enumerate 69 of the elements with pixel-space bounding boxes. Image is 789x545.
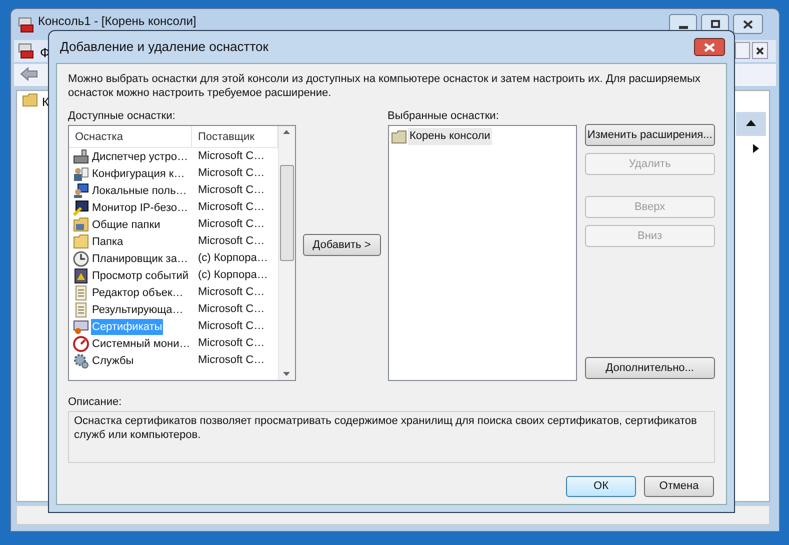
- vendor-cell-text: Microsoft C…: [197, 217, 265, 232]
- snapin-name[interactable]: Результирующа…: [91, 302, 184, 318]
- snapin-name[interactable]: Службы: [91, 352, 135, 368]
- cancel-button[interactable]: Отмена: [644, 476, 714, 497]
- vendor-cell-text: Microsoft C…: [197, 166, 265, 182]
- selected-label: Выбранные оснастки:: [388, 109, 500, 123]
- snapin-name[interactable]: Системный мони…: [91, 336, 192, 352]
- close-button[interactable]: [752, 42, 768, 59]
- close-button[interactable]: [733, 14, 763, 34]
- add-button[interactable]: Добавить >: [302, 234, 381, 256]
- vendor-cell-text: Microsoft C…: [197, 302, 265, 318]
- vendor-cell-text: Microsoft C…: [197, 149, 265, 164]
- snapin-name[interactable]: Общие папки: [91, 216, 162, 232]
- close-icon: [756, 46, 764, 54]
- shared-folder-icon: [73, 216, 89, 232]
- snapin-name[interactable]: Диспетчер устро…: [91, 148, 190, 164]
- back-arrow-icon[interactable]: [20, 66, 38, 82]
- vendor-cell-text: Microsoft C…: [197, 285, 265, 300]
- close-icon: [743, 20, 753, 28]
- vendor-cell-text: Microsoft C…: [197, 336, 265, 352]
- snapin-name[interactable]: Конфигурация к…: [91, 166, 186, 182]
- vendor-cell-text: Microsoft C…: [197, 183, 265, 198]
- tree-item[interactable]: К: [42, 93, 49, 111]
- vendor-cell-text: Microsoft C…: [197, 234, 265, 250]
- window-title: Консоль1 - [Корень консоли]: [38, 14, 196, 28]
- snapin-name[interactable]: Папка: [91, 234, 124, 250]
- console-app-icon: [18, 17, 34, 33]
- folder-icon: [22, 93, 38, 107]
- folder-icon: [390, 130, 406, 144]
- description-text: Оснастка сертификатов позволяет просматривать содержимое хранилищ для поиска своих сертификатов, сертификатов служб или компьютеров.: [68, 411, 715, 463]
- folder-icon: [73, 234, 89, 250]
- advanced-button[interactable]: Дополнительно...: [584, 357, 715, 379]
- available-label: Доступные оснастки:: [68, 109, 176, 123]
- snapin-name[interactable]: Планировщик за…: [91, 250, 189, 266]
- monitor-icon: [73, 200, 89, 216]
- user-monitor-icon: [73, 182, 89, 198]
- scroll-down-icon[interactable]: [283, 372, 290, 376]
- snapin-name[interactable]: Просмотр событий: [91, 268, 190, 284]
- expand-arrow-icon[interactable]: [753, 144, 759, 153]
- document-icon: [73, 284, 89, 300]
- close-button[interactable]: [694, 38, 725, 56]
- vendor-cell-text: Microsoft C…: [197, 200, 265, 216]
- document-icon: [73, 302, 89, 318]
- vendor-cell-text: Microsoft C…: [197, 319, 265, 334]
- dialog-title: Добавление и удаление оснастток: [60, 38, 268, 56]
- log-icon: [73, 268, 89, 284]
- user-icon: [73, 166, 89, 182]
- console-app-icon: [18, 43, 34, 59]
- gauge-icon: [73, 336, 89, 352]
- certificate-icon: [73, 318, 89, 334]
- device-icon: [73, 148, 89, 164]
- snapin-name[interactable]: Локальные поль…: [91, 182, 188, 198]
- gear-icon: [73, 352, 89, 368]
- extensions-button[interactable]: Изменить расширения...: [584, 124, 715, 146]
- ok-button[interactable]: ОК: [566, 476, 636, 497]
- scrollbar[interactable]: [278, 126, 295, 380]
- scroll-thumb[interactable]: [280, 165, 294, 261]
- snapin-item[interactable]: Корень консоли: [408, 128, 492, 145]
- vendor-cell-text: Microsoft C…: [197, 353, 265, 368]
- intro-text: Можно выбрать оснастки для этой консоли из доступных на компьютере оснасток и затем настроить их. Для расширяемых оснасток можно настроить требуемое расширение.: [68, 72, 702, 100]
- vendor-cell-text: (c) Корпора…: [197, 268, 268, 284]
- column-header[interactable]: Оснастка: [69, 126, 192, 147]
- snapin-name[interactable]: Монитор IP-безо…: [91, 200, 189, 216]
- clock-icon: [73, 250, 89, 266]
- vendor-cell-text: (c) Корпора…: [197, 251, 268, 266]
- scroll-up-icon[interactable]: [746, 119, 756, 126]
- snapin-name[interactable]: Редактор объек…: [91, 284, 184, 300]
- description-label: Описание:: [68, 395, 123, 409]
- close-icon: [704, 42, 715, 52]
